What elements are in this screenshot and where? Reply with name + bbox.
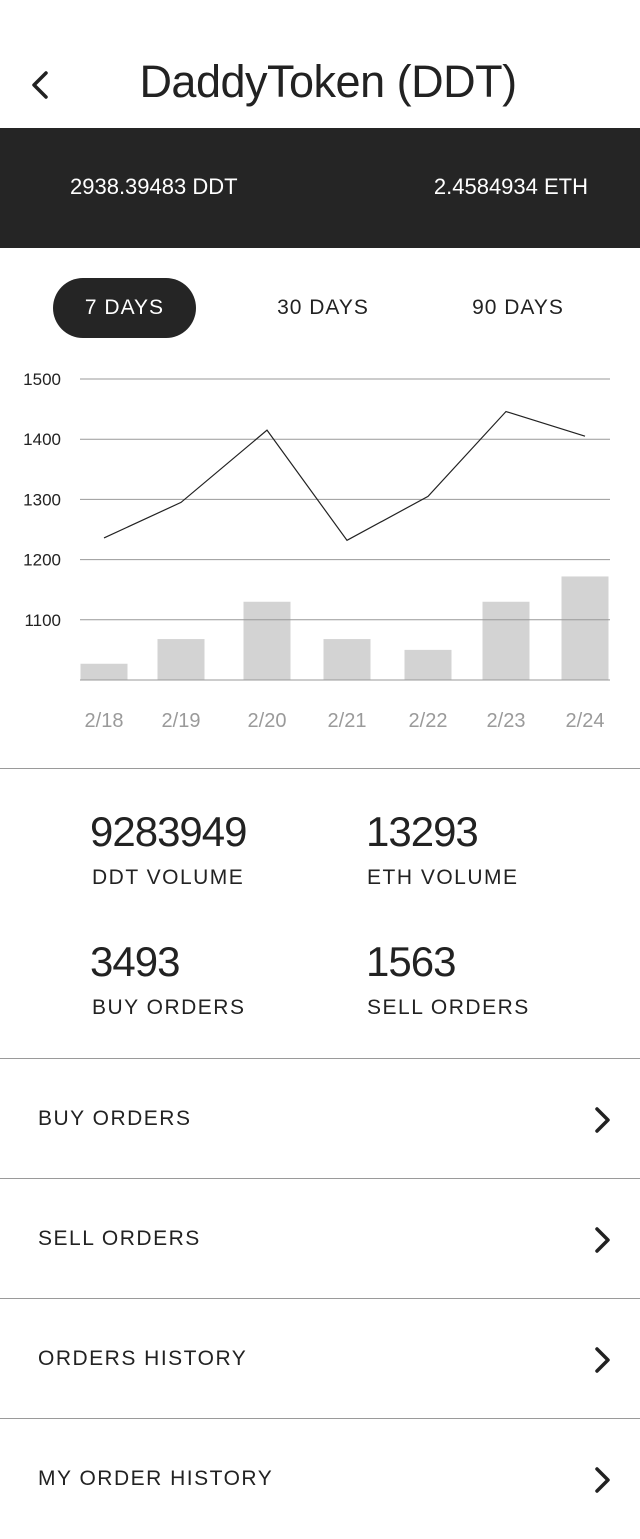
x-tick-label: 2/19 [162, 710, 201, 732]
x-tick-label: 2/21 [328, 710, 367, 732]
volume-bar [482, 601, 530, 680]
ddt-volume-label: DDT VOLUME [92, 866, 245, 889]
eth-balance: 2.4584934 ETH [433, 174, 588, 199]
x-tick-label: 2/20 [248, 710, 287, 732]
volume-bar [323, 639, 371, 680]
x-tick-label: 2/18 [85, 710, 124, 732]
menu-item-orders-history[interactable]: ORDERS HISTORY [0, 1299, 640, 1419]
page-title: DaddyToken (DDT) [139, 56, 517, 107]
range-tabs: 7 DAYS 30 DAYS 90 DAYS [0, 278, 640, 338]
menu-item-label: ORDERS HISTORY [38, 1347, 248, 1370]
tab-90-days[interactable]: 90 DAYS [448, 278, 588, 338]
eth-volume-value: 13293 [366, 808, 479, 855]
volume-bar [80, 663, 128, 680]
y-tick-label: 1200 [23, 551, 61, 570]
x-tick-label: 2/24 [566, 710, 605, 732]
chevron-right-icon [592, 1225, 612, 1255]
price-chart-svg: 1500 1400 1300 1200 1100 2/18 2/19 2/20 2/21 2/22… [23, 370, 610, 732]
price-chart: 1500 1400 1300 1200 1100 2/18 2/19 2/20 2/21 2/22… [0, 360, 640, 750]
menu-item-label: BUY ORDERS [38, 1107, 192, 1130]
y-tick-label: 1300 [23, 490, 61, 509]
balance-bar: 2938.39483 DDT 2.4584934 ETH [0, 128, 640, 248]
menu-item-my-order-history[interactable]: MY ORDER HISTORY [0, 1419, 640, 1539]
y-tick-label: 1100 [24, 611, 61, 630]
ddt-balance: 2938.39483 DDT [70, 174, 238, 199]
divider [0, 768, 640, 769]
chevron-right-icon [592, 1465, 612, 1495]
menu-item-label: MY ORDER HISTORY [38, 1467, 274, 1490]
tab-7-days[interactable]: 7 DAYS [53, 278, 196, 338]
buy-orders-value: 3493 [90, 938, 180, 985]
volume-bar [561, 576, 609, 680]
buy-orders-label: BUY ORDERS [92, 996, 246, 1019]
ddt-volume-value: 9283949 [90, 808, 248, 855]
sell-orders-value: 1563 [366, 938, 456, 985]
volume-bar [404, 649, 452, 680]
eth-volume-label: ETH VOLUME [367, 866, 519, 889]
volume-bar [243, 601, 291, 680]
x-tick-label: 2/22 [409, 710, 448, 732]
y-tick-label: 1400 [23, 430, 61, 449]
sell-orders-label: SELL ORDERS [367, 996, 530, 1019]
x-tick-label: 2/23 [487, 710, 526, 732]
volume-bar [157, 639, 205, 680]
chevron-right-icon [592, 1345, 612, 1375]
menu-item-label: SELL ORDERS [38, 1227, 201, 1250]
chevron-right-icon [592, 1105, 612, 1135]
menu-item-sell-orders[interactable]: SELL ORDERS [0, 1179, 640, 1299]
menu-item-buy-orders[interactable]: BUY ORDERS [0, 1059, 640, 1179]
y-tick-label: 1500 [23, 370, 61, 389]
header: DaddyToken (DDT) [0, 0, 640, 128]
price-line [103, 410, 586, 542]
tab-30-days[interactable]: 30 DAYS [253, 278, 393, 338]
